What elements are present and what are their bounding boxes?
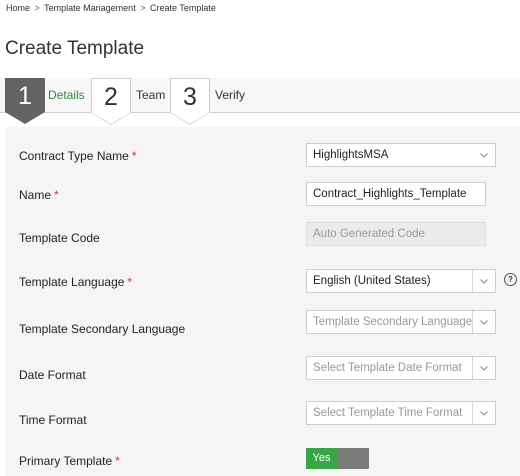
breadcrumb-separator: >	[140, 3, 146, 13]
step-label: Team	[136, 88, 166, 102]
row-template-language: Template Language * English (United State…	[5, 269, 520, 295]
row-contract-type: Contract Type Name * HighlightsMSA	[5, 143, 520, 169]
step-pointer	[170, 112, 210, 124]
wizard-divider	[0, 112, 520, 113]
breadcrumb-current: Create Template	[150, 3, 216, 13]
step-pointer	[5, 112, 45, 124]
name-input[interactable]: Contract_Highlights_Template	[306, 182, 486, 206]
required-mark: *	[115, 454, 120, 468]
row-name: Name * Contract_Highlights_Template	[5, 182, 520, 208]
required-mark: *	[127, 275, 133, 289]
breadcrumb-home[interactable]: Home	[6, 3, 30, 13]
required-mark: *	[54, 188, 59, 202]
chevron-down-icon	[472, 402, 495, 424]
row-template-code: Template Code Auto Generated Code	[5, 222, 520, 248]
row-time-format: Time Format Select Template Time Format	[5, 401, 520, 427]
breadcrumb-template-management[interactable]: Template Management	[44, 3, 136, 13]
step-number: 3	[170, 78, 210, 112]
secondary-language-label: Template Secondary Language	[19, 322, 186, 336]
step-pointer	[91, 112, 131, 124]
step-label: Verify	[215, 88, 246, 102]
chevron-down-icon	[472, 270, 495, 292]
time-format-label: Time Format	[19, 413, 87, 427]
template-language-select[interactable]: English (United States)	[306, 269, 496, 293]
step-label: Details	[48, 88, 85, 102]
date-format-select[interactable]: Select Template Date Format	[306, 356, 496, 380]
date-format-label: Date Format	[19, 368, 86, 382]
step-number: 2	[91, 78, 131, 112]
template-code-label: Template Code	[19, 231, 100, 245]
chevron-down-icon	[472, 311, 495, 333]
row-primary-template: Primary Template * Yes	[5, 447, 520, 473]
page-title: Create Template	[5, 38, 145, 59]
wizard-steps: 1 Details 2 Team 3 Verify	[0, 78, 520, 126]
secondary-language-select[interactable]: Template Secondary Language	[306, 310, 496, 334]
chevron-down-icon	[473, 144, 495, 166]
contract-type-select[interactable]: HighlightsMSA	[306, 143, 496, 167]
time-format-select[interactable]: Select Template Time Format	[306, 401, 496, 425]
template-language-label: Template Language *	[19, 275, 133, 289]
step-number: 1	[5, 78, 45, 112]
template-code-input: Auto Generated Code	[306, 222, 486, 246]
name-label: Name *	[19, 188, 59, 202]
breadcrumb: Home > Template Management > Create Temp…	[6, 3, 216, 13]
required-mark: *	[131, 149, 137, 163]
row-secondary-language: Template Secondary Language Template Sec…	[5, 310, 520, 336]
breadcrumb-separator: >	[34, 3, 40, 13]
template-details-form: Contract Type Name * HighlightsMSA Name * …	[5, 127, 520, 476]
chevron-down-icon	[472, 357, 495, 379]
primary-template-label: Primary Template *	[19, 454, 120, 468]
row-date-format: Date Format Select Template Date Format	[5, 356, 520, 382]
contract-type-label: Contract Type Name *	[19, 149, 137, 163]
question-circle-icon[interactable]: ?	[504, 273, 517, 286]
primary-template-toggle[interactable]: Yes	[306, 448, 369, 469]
toggle-yes-label: Yes	[306, 448, 337, 469]
